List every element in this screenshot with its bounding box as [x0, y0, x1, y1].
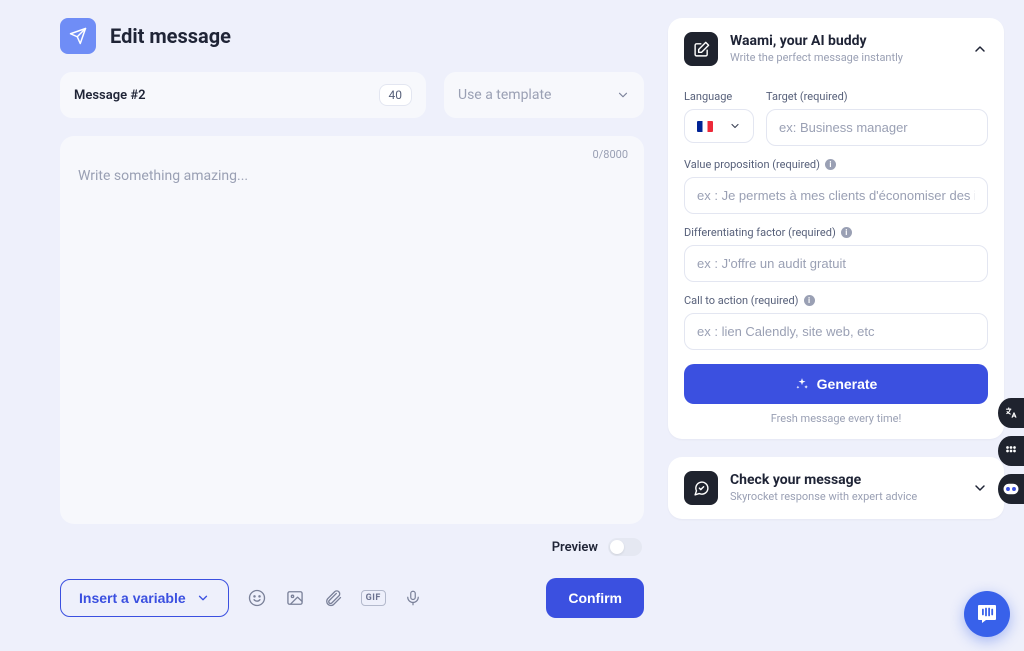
editor-placeholder: Write something amazing... — [78, 168, 626, 184]
value-prop-input[interactable] — [684, 177, 988, 214]
cta-label-text: Call to action (required) — [684, 294, 799, 307]
insert-variable-button[interactable]: Insert a variable — [60, 579, 229, 617]
apps-fab[interactable] — [998, 436, 1024, 466]
send-icon — [60, 18, 96, 54]
chevron-down-icon — [972, 480, 988, 496]
preview-label: Preview — [552, 540, 598, 555]
sparkle-icon — [795, 377, 809, 391]
microphone-icon[interactable] — [404, 588, 422, 608]
ai-panel: Waami, your AI buddy Write the perfect m… — [668, 18, 1004, 439]
check-panel[interactable]: Check your message Skyrocket response wi… — [668, 457, 1004, 519]
info-icon[interactable]: i — [804, 295, 815, 306]
target-label: Target (required) — [766, 90, 988, 103]
diff-input[interactable] — [684, 245, 988, 282]
template-placeholder: Use a template — [458, 87, 551, 103]
value-prop-label: Value proposition (required) i — [684, 158, 988, 171]
target-input[interactable] — [766, 109, 988, 146]
preview-toggle[interactable] — [608, 538, 642, 556]
image-icon[interactable] — [285, 588, 305, 608]
chat-check-icon — [684, 471, 718, 505]
intercom-launcher[interactable] — [964, 591, 1010, 637]
message-editor[interactable]: 0/8000 Write something amazing... — [60, 136, 644, 524]
attachment-icon[interactable] — [323, 588, 343, 608]
gif-label: GIF — [361, 590, 386, 606]
ai-panel-title: Waami, your AI buddy — [730, 33, 960, 51]
message-label: Message #2 — [74, 88, 146, 103]
char-counter: 0/8000 — [593, 148, 628, 161]
page-header: Edit message — [60, 18, 644, 54]
confirm-button[interactable]: Confirm — [546, 578, 644, 618]
fresh-note: Fresh message every time! — [684, 412, 988, 425]
confirm-label: Confirm — [568, 590, 622, 606]
edit-square-icon — [684, 32, 718, 66]
gif-icon[interactable]: GIF — [361, 590, 386, 606]
info-icon[interactable]: i — [841, 227, 852, 238]
message-selector[interactable]: Message #2 40 — [60, 72, 426, 118]
check-panel-subtitle: Skyrocket response with expert advice — [730, 490, 960, 504]
check-panel-title: Check your message — [730, 472, 960, 490]
generate-label: Generate — [817, 376, 878, 392]
diff-label: Differentiating factor (required) i — [684, 226, 988, 239]
template-dropdown[interactable]: Use a template — [444, 72, 644, 118]
ai-panel-header[interactable]: Waami, your AI buddy Write the perfect m… — [684, 32, 988, 66]
ai-panel-subtitle: Write the perfect message instantly — [730, 51, 960, 65]
generate-button[interactable]: Generate — [684, 364, 988, 404]
info-icon[interactable]: i — [825, 159, 836, 170]
chevron-down-icon — [616, 88, 630, 102]
emoji-icon[interactable] — [247, 588, 267, 608]
chevron-down-icon — [729, 120, 741, 132]
translate-fab[interactable] — [998, 398, 1024, 428]
page-title: Edit message — [110, 24, 231, 48]
chevron-up-icon — [972, 41, 988, 57]
message-count-badge: 40 — [379, 84, 413, 106]
insert-variable-label: Insert a variable — [79, 590, 186, 606]
bot-fab[interactable] — [998, 474, 1024, 504]
chevron-down-icon — [196, 591, 210, 605]
diff-label-text: Differentiating factor (required) — [684, 226, 836, 239]
language-label: Language — [684, 90, 754, 103]
value-prop-label-text: Value proposition (required) — [684, 158, 820, 171]
france-flag-icon — [697, 121, 713, 132]
language-select[interactable] — [684, 109, 754, 143]
cta-input[interactable] — [684, 313, 988, 350]
cta-label: Call to action (required) i — [684, 294, 988, 307]
